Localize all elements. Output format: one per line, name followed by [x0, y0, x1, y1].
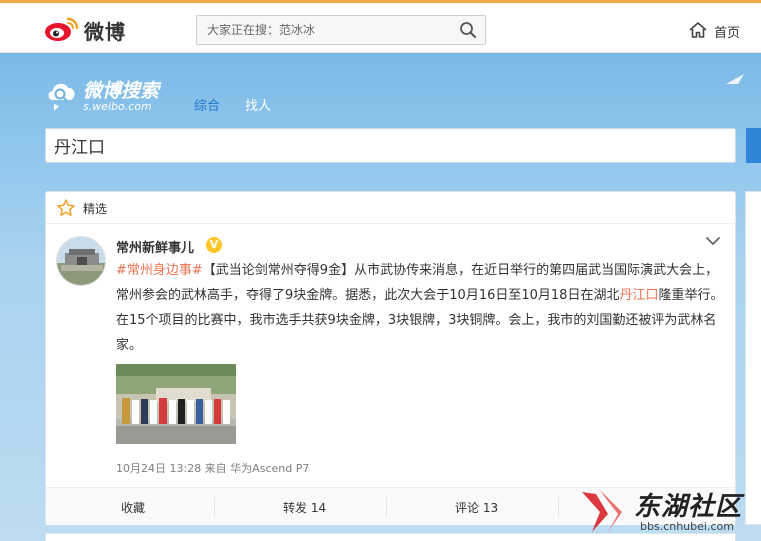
paper-plane-icon — [726, 74, 744, 84]
weibo-logo[interactable]: 微博 — [44, 15, 134, 44]
weibo-search-logo[interactable]: 微博搜索 s.weibo.com — [45, 76, 175, 118]
home-label: 首页 — [714, 26, 741, 41]
featured-card-header: 精选 — [46, 192, 735, 224]
weibo-eye-icon — [45, 17, 79, 41]
featured-card: 精选 常州新鲜事儿 V #常州身边事#【武当论剑常州夺得9金】从市武协传来消息，… — [45, 191, 736, 525]
home-icon — [689, 22, 707, 38]
right-sidebar-panel — [745, 191, 761, 525]
post-meta: 10月24日 13:28 来自 华为Ascend P7 — [116, 462, 310, 475]
comment-button[interactable]: 评论 13 — [455, 499, 498, 516]
search-logo-title: 微博搜索 — [83, 80, 160, 102]
forward-button[interactable]: 转发 14 — [283, 499, 326, 516]
post-author-name[interactable]: 常州新鲜事儿 — [116, 237, 194, 256]
verified-badge: V — [206, 237, 222, 253]
top-nav-bar: 微博 首页 — [0, 3, 761, 53]
global-search-box — [196, 15, 486, 45]
action-divider — [386, 497, 387, 517]
watermark-text: 东湖社区 — [634, 492, 743, 522]
search-logo-url: s.weibo.com — [83, 100, 152, 113]
post-image[interactable] — [116, 364, 236, 444]
logo-text: 微博 — [84, 20, 126, 44]
action-divider — [214, 497, 215, 517]
watermark-url: bbs.cnhubei.com — [640, 520, 734, 533]
chevron-down-icon[interactable] — [706, 236, 720, 246]
group-photo-image — [116, 364, 236, 444]
site-watermark: 东湖社区 bbs.cnhubei.com — [578, 486, 761, 541]
avatar[interactable] — [56, 236, 106, 286]
search-icon[interactable] — [459, 21, 477, 39]
star-icon — [57, 199, 75, 216]
post-hashtag[interactable]: #常州身边事# — [116, 263, 203, 278]
search-submit-button[interactable] — [746, 128, 761, 163]
post-keyword-highlight: 丹江口 — [619, 288, 659, 303]
action-divider — [558, 497, 559, 517]
featured-label: 精选 — [83, 202, 108, 216]
search-query-box — [45, 128, 736, 163]
avatar-image — [57, 237, 105, 285]
tab-all[interactable]: 综合 — [194, 95, 220, 114]
search-query-input[interactable] — [46, 129, 735, 162]
watermark-logo-icon — [582, 490, 622, 532]
post-text: #常州身边事#【武当论剑常州夺得9金】从市武协传来消息，在近日举行的第四届武当国… — [116, 258, 724, 358]
global-search-input[interactable] — [197, 16, 447, 44]
search-cloud-icon — [48, 83, 75, 111]
favorite-button[interactable]: 收藏 — [121, 499, 145, 516]
tab-find-people[interactable]: 找人 — [245, 95, 271, 114]
